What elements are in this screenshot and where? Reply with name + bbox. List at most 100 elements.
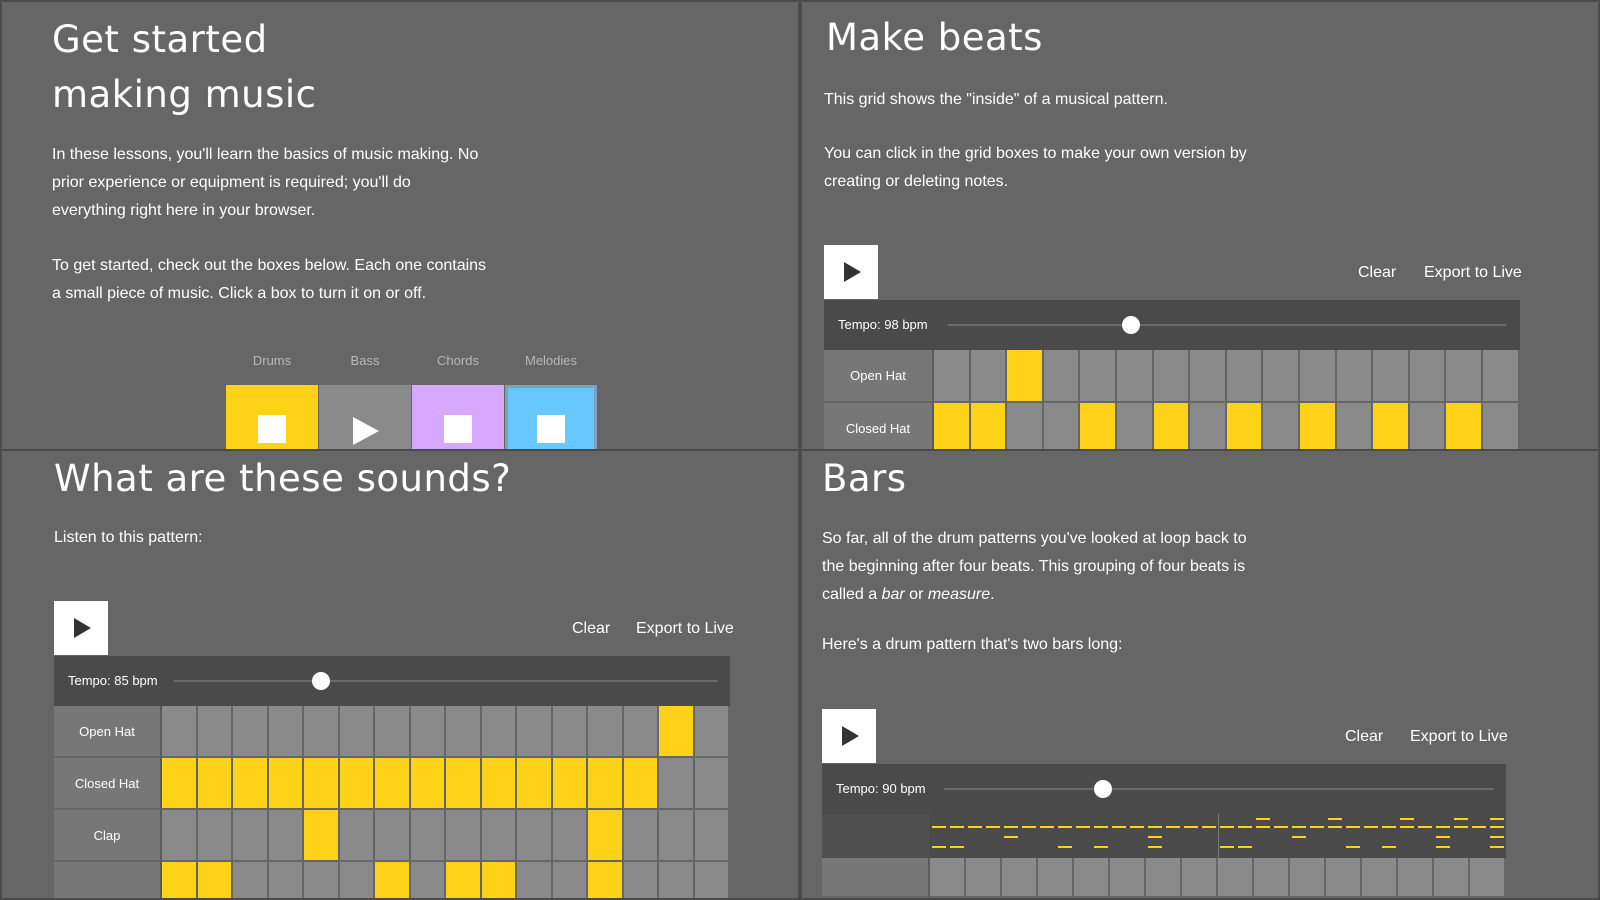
- grid-cell[interactable]: [1446, 403, 1483, 449]
- grid-cell[interactable]: [659, 810, 695, 862]
- grid-cell[interactable]: [552, 758, 588, 810]
- instrument-toggle-melodies[interactable]: [505, 385, 597, 449]
- tempo-slider-track[interactable]: [174, 680, 718, 682]
- grid-cell[interactable]: [481, 758, 517, 810]
- grid-cell[interactable]: [481, 862, 517, 898]
- grid-cell[interactable]: [446, 862, 482, 898]
- clear-button[interactable]: Clear: [1358, 264, 1396, 282]
- grid-cell[interactable]: [1116, 403, 1154, 449]
- grid-cell[interactable]: [970, 403, 1008, 449]
- grid-cell[interactable]: [623, 810, 659, 862]
- grid-cell[interactable]: [588, 758, 624, 810]
- lesson-card-sounds[interactable]: What are these sounds? Listen to this pa…: [2, 451, 798, 898]
- grid-cell[interactable]: [1446, 350, 1483, 403]
- grid-cell[interactable]: [197, 758, 233, 810]
- grid-cell[interactable]: [162, 706, 198, 758]
- export-to-live-button[interactable]: Export to Live: [1410, 728, 1508, 746]
- grid-cell[interactable]: [552, 706, 588, 758]
- grid-cell[interactable]: [623, 758, 659, 810]
- grid-cell[interactable]: [1482, 350, 1520, 403]
- lesson-card-get-started[interactable]: Get started making music In these lesson…: [2, 2, 798, 449]
- export-to-live-button[interactable]: Export to Live: [1424, 264, 1522, 282]
- grid-cell[interactable]: [1299, 403, 1337, 449]
- play-button[interactable]: [824, 245, 878, 299]
- grid-cell[interactable]: [1074, 858, 1110, 898]
- grid-cell[interactable]: [1409, 350, 1447, 403]
- grid-cell[interactable]: [1080, 403, 1117, 449]
- grid-cell[interactable]: [375, 862, 411, 898]
- clear-button[interactable]: Clear: [572, 620, 610, 638]
- grid-cell[interactable]: [588, 706, 624, 758]
- play-button[interactable]: [54, 601, 108, 655]
- grid-cell[interactable]: [268, 862, 304, 898]
- tempo-slider-knob[interactable]: [312, 672, 330, 690]
- grid-cell[interactable]: [375, 810, 411, 862]
- grid-cell[interactable]: [694, 810, 730, 862]
- grid-cell[interactable]: [197, 810, 233, 862]
- grid-cell[interactable]: [1326, 858, 1362, 898]
- grid-cell[interactable]: [162, 862, 198, 898]
- grid-cell[interactable]: [162, 758, 198, 810]
- grid-cell[interactable]: [1470, 858, 1506, 898]
- grid-cell[interactable]: [694, 862, 730, 898]
- grid-cell[interactable]: [1299, 350, 1337, 403]
- grid-cell[interactable]: [1336, 403, 1374, 449]
- grid-cell[interactable]: [1043, 350, 1081, 403]
- grid-cell[interactable]: [410, 758, 446, 810]
- grid-cell[interactable]: [659, 862, 695, 898]
- grid-cell[interactable]: [1398, 858, 1434, 898]
- grid-cell[interactable]: [446, 706, 482, 758]
- grid-cell[interactable]: [339, 706, 375, 758]
- grid-cell[interactable]: [517, 862, 553, 898]
- grid-cell[interactable]: [1263, 350, 1300, 403]
- grid-cell[interactable]: [410, 810, 446, 862]
- grid-cell[interactable]: [970, 350, 1008, 403]
- grid-cell[interactable]: [517, 706, 553, 758]
- grid-cell[interactable]: [1254, 858, 1290, 898]
- grid-cell[interactable]: [233, 862, 269, 898]
- grid-cell[interactable]: [934, 350, 971, 403]
- tempo-slider-knob[interactable]: [1122, 316, 1140, 334]
- grid-cell[interactable]: [410, 706, 446, 758]
- grid-cell[interactable]: [233, 810, 269, 862]
- grid-cell[interactable]: [162, 810, 198, 862]
- play-button[interactable]: [822, 709, 876, 763]
- grid-cell[interactable]: [197, 706, 233, 758]
- tempo-slider-track[interactable]: [944, 788, 1494, 790]
- grid-cell[interactable]: [233, 706, 269, 758]
- tempo-slider-knob[interactable]: [1094, 780, 1112, 798]
- grid-cell[interactable]: [233, 758, 269, 810]
- grid-cell[interactable]: [481, 810, 517, 862]
- grid-cell[interactable]: [930, 858, 966, 898]
- grid-cell[interactable]: [304, 758, 340, 810]
- grid-cell[interactable]: [694, 706, 730, 758]
- lesson-card-bars[interactable]: Bars So far, all of the drum patterns yo…: [802, 451, 1598, 898]
- grid-cell[interactable]: [1146, 858, 1182, 898]
- grid-cell[interactable]: [1007, 403, 1044, 449]
- grid-cell[interactable]: [1409, 403, 1447, 449]
- grid-cell[interactable]: [1038, 858, 1074, 898]
- grid-cell[interactable]: [1373, 350, 1410, 403]
- grid-cell[interactable]: [1190, 403, 1227, 449]
- clear-button[interactable]: Clear: [1345, 728, 1383, 746]
- grid-cell[interactable]: [268, 810, 304, 862]
- grid-cell[interactable]: [375, 706, 411, 758]
- grid-cell[interactable]: [552, 810, 588, 862]
- grid-cell[interactable]: [1373, 403, 1410, 449]
- grid-cell[interactable]: [304, 862, 340, 898]
- grid-cell[interactable]: [588, 810, 624, 862]
- grid-cell[interactable]: [1226, 350, 1264, 403]
- grid-cell[interactable]: [1153, 350, 1191, 403]
- grid-cell[interactable]: [268, 758, 304, 810]
- grid-cell[interactable]: [552, 862, 588, 898]
- grid-cell[interactable]: [1007, 350, 1044, 403]
- grid-cell[interactable]: [446, 758, 482, 810]
- grid-cell[interactable]: [446, 810, 482, 862]
- grid-cell[interactable]: [1190, 350, 1227, 403]
- grid-cell[interactable]: [1080, 350, 1117, 403]
- grid-cell[interactable]: [375, 758, 411, 810]
- instrument-toggle-drums[interactable]: [226, 385, 318, 449]
- grid-cell[interactable]: [1434, 858, 1470, 898]
- grid-cell[interactable]: [588, 862, 624, 898]
- grid-cell[interactable]: [1110, 858, 1146, 898]
